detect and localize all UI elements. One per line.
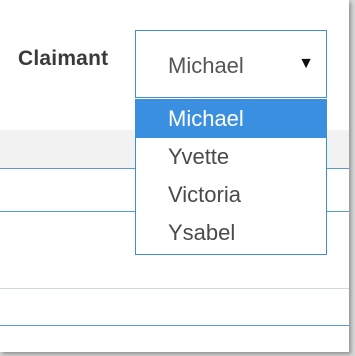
grid-divider (0, 288, 349, 289)
claimant-label: Claimant (18, 47, 109, 70)
triangle-down-icon: ▼ (298, 55, 314, 72)
form-panel: Claimant Michael ▼ Michael Yvette Victor… (0, 0, 349, 352)
grid-divider (0, 325, 349, 326)
select-current-value: Michael (168, 53, 244, 78)
option-yvette[interactable]: Yvette (136, 138, 326, 176)
option-victoria[interactable]: Victoria (136, 176, 326, 214)
claimant-select[interactable]: Michael ▼ (135, 30, 327, 98)
claimant-dropdown-list: Michael Yvette Victoria Ysabel (135, 99, 327, 255)
option-michael[interactable]: Michael (136, 100, 326, 138)
option-ysabel[interactable]: Ysabel (136, 214, 326, 252)
